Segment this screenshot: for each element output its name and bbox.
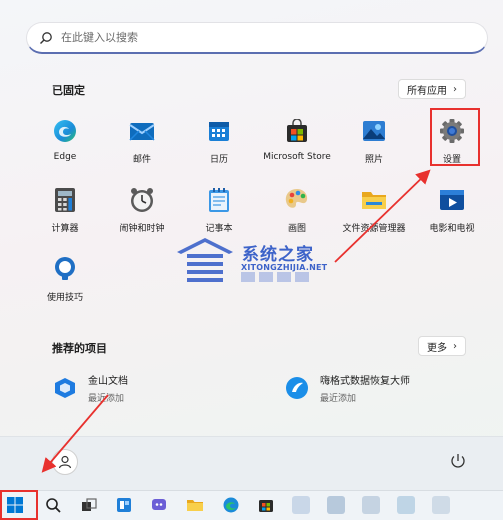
taskbar-app-icon[interactable] [397, 496, 415, 514]
app-label: 闹钟和时钟 [119, 224, 165, 234]
folder-icon [361, 187, 387, 213]
notepad-icon [206, 187, 232, 213]
app-label: Microsoft Store [263, 152, 331, 162]
app-tips[interactable]: 使用技巧 [30, 250, 100, 308]
photos-icon [361, 118, 387, 144]
recommended-title: 推荐的项目 [52, 342, 107, 355]
app-notepad[interactable]: 记事本 [184, 181, 254, 239]
app-file-explorer[interactable]: 文件资源管理器 [339, 181, 409, 239]
search-box[interactable] [26, 22, 488, 54]
recommended-name: 嗨格式数据恢复大师 [320, 376, 410, 387]
app-label: 日历 [209, 155, 228, 165]
power-icon[interactable] [449, 452, 467, 470]
widgets-icon[interactable] [115, 496, 133, 514]
app-label: 使用技巧 [46, 293, 83, 303]
all-apps-button[interactable]: 所有应用 › [398, 79, 466, 99]
search-input[interactable] [61, 31, 461, 44]
chat-icon[interactable] [150, 496, 168, 514]
taskbar-search-icon[interactable] [44, 496, 62, 514]
app-calendar[interactable]: 日历 [184, 112, 254, 170]
pinned-title: 已固定 [52, 84, 85, 97]
app-label: 文件资源管理器 [342, 224, 406, 234]
app-label: 照片 [364, 155, 383, 165]
app-clock[interactable]: 闹钟和时钟 [107, 181, 177, 239]
app-label: 电影和电视 [429, 224, 475, 234]
recommended-item[interactable]: 嗨格式数据恢复大师 最近添加 [284, 370, 410, 406]
recovery-icon [284, 375, 310, 401]
taskbar-app-icon[interactable] [292, 496, 310, 514]
edge-icon [52, 118, 78, 144]
app-label: 邮件 [132, 155, 151, 165]
task-view-icon[interactable] [80, 496, 98, 514]
more-label: 更多 [427, 342, 447, 354]
movies-icon [439, 187, 465, 213]
chevron-right-icon: › [453, 340, 457, 352]
highlight-box-start [0, 490, 38, 520]
watermark-title: 系统之家 [242, 245, 314, 265]
store-taskbar-icon[interactable] [257, 496, 275, 514]
highlight-box-settings [430, 108, 480, 166]
app-movies[interactable]: 电影和电视 [417, 181, 487, 239]
taskbar [0, 490, 503, 520]
store-icon [284, 118, 310, 144]
clock-icon [129, 187, 155, 213]
app-photos[interactable]: 照片 [339, 112, 409, 170]
edge-taskbar-icon[interactable] [222, 496, 240, 514]
paint-icon [284, 187, 310, 213]
user-icon [58, 455, 72, 469]
recommended-subtitle: 最近添加 [320, 394, 357, 404]
more-button[interactable]: 更多 › [418, 336, 466, 356]
chevron-right-icon: › [453, 83, 457, 95]
app-edge[interactable]: Edge [30, 112, 100, 170]
taskbar-app-icon[interactable] [432, 496, 450, 514]
taskbar-app-icon[interactable] [327, 496, 345, 514]
mail-icon [129, 118, 155, 144]
calculator-icon [52, 187, 78, 213]
recommended-item[interactable]: 金山文档 最近添加 [52, 370, 128, 406]
app-store[interactable]: Microsoft Store [262, 112, 332, 170]
all-apps-label: 所有应用 [407, 85, 447, 97]
calendar-icon [206, 118, 232, 144]
app-label: Edge [53, 152, 77, 162]
tips-icon [52, 256, 78, 282]
taskbar-app-icon[interactable] [362, 496, 380, 514]
app-mail[interactable]: 邮件 [107, 112, 177, 170]
watermark-subtitle: XITONGZHIJIA.NET [241, 263, 328, 272]
app-paint[interactable]: 画图 [262, 181, 332, 239]
app-calculator[interactable]: 计算器 [30, 181, 100, 239]
search-icon [40, 31, 52, 44]
app-label: 计算器 [51, 224, 79, 234]
user-avatar[interactable] [52, 449, 78, 475]
file-explorer-taskbar-icon[interactable] [186, 496, 204, 514]
recommended-name: 金山文档 [88, 376, 128, 387]
kdocs-icon [52, 375, 78, 401]
recommended-subtitle: 最近添加 [88, 394, 125, 404]
